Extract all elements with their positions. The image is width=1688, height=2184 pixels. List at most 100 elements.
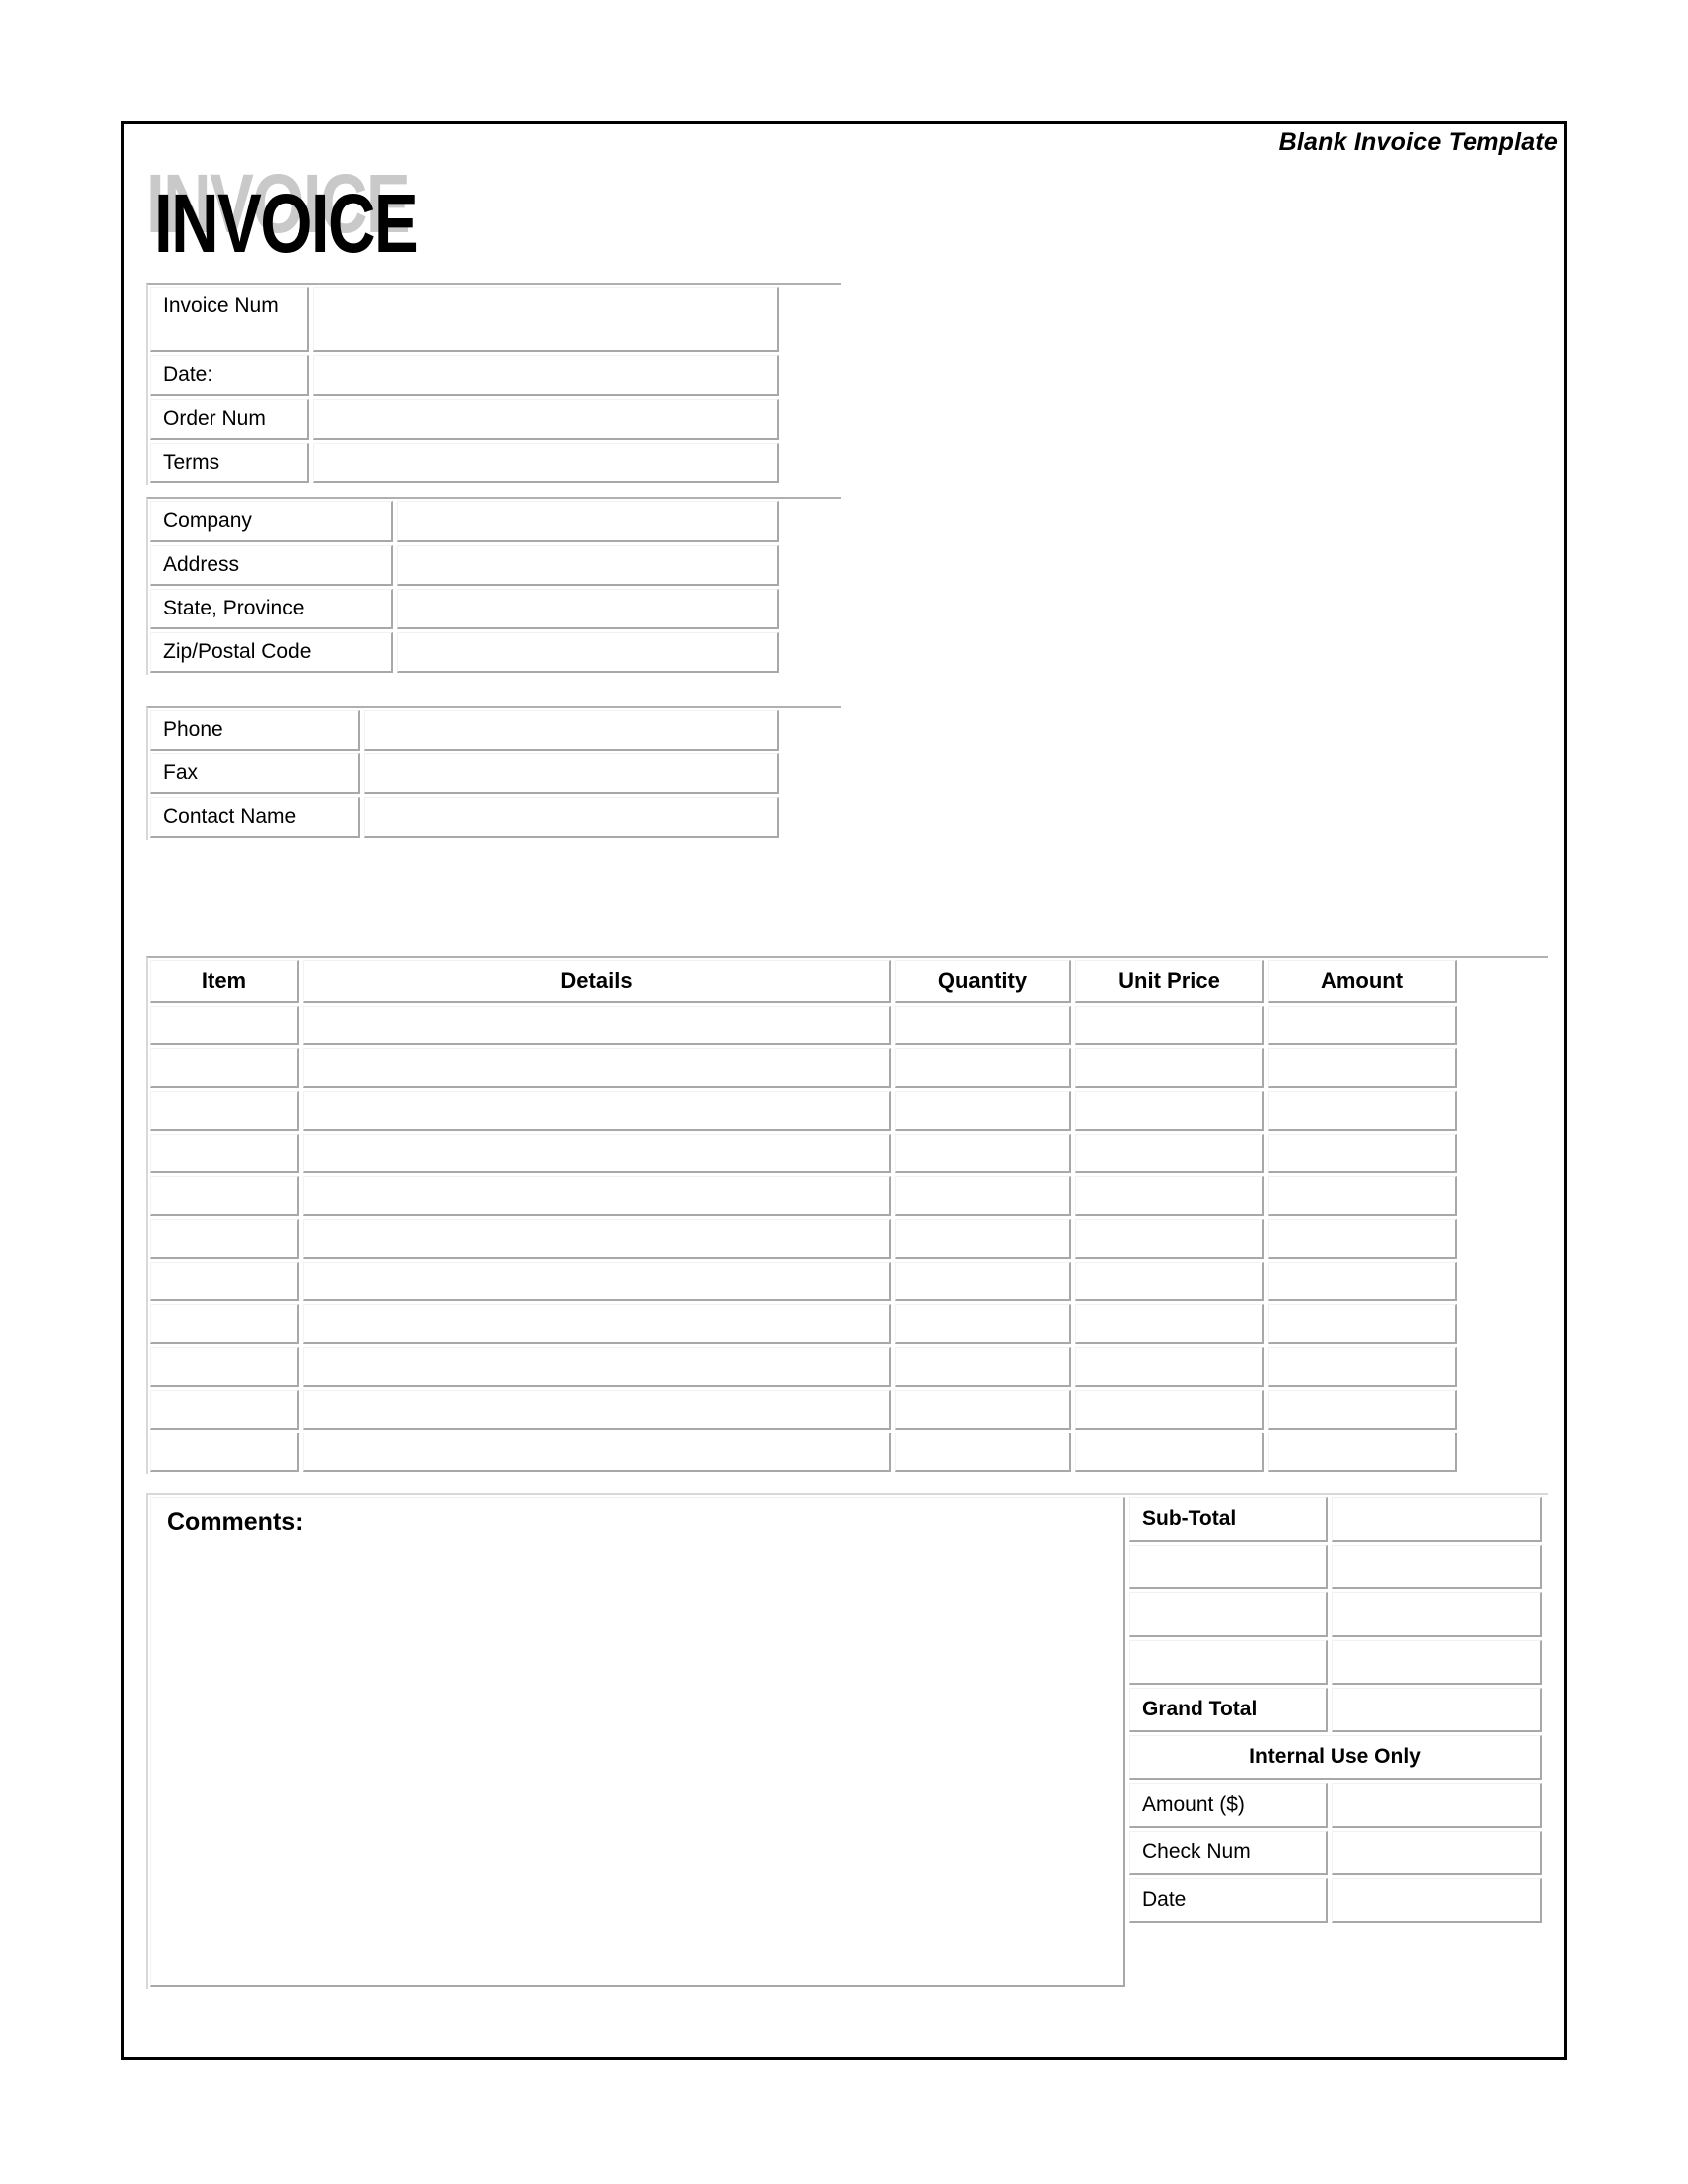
input-internal-amount[interactable] <box>1332 1783 1542 1828</box>
cell-amount[interactable] <box>1268 1304 1457 1344</box>
cell-unit-price[interactable] <box>1075 1347 1264 1387</box>
input-phone[interactable] <box>364 710 779 751</box>
cell-details[interactable] <box>303 1006 891 1045</box>
cell-details[interactable] <box>303 1304 891 1344</box>
cell-item[interactable] <box>150 1091 299 1131</box>
label-sub-total: Sub-Total <box>1129 1497 1328 1542</box>
label-adjustment-2[interactable] <box>1129 1592 1328 1637</box>
cell-details[interactable] <box>303 1091 891 1131</box>
input-adjustment-1[interactable] <box>1332 1545 1542 1589</box>
cell-quantity[interactable] <box>895 1304 1071 1344</box>
cell-item[interactable] <box>150 1176 299 1216</box>
cell-amount[interactable] <box>1268 1176 1457 1216</box>
input-grand-total[interactable] <box>1332 1688 1542 1732</box>
field-row-invoice-num: Invoice Num <box>150 287 839 352</box>
input-invoice-num[interactable] <box>313 287 779 352</box>
cell-item[interactable] <box>150 1262 299 1301</box>
input-adjustment-2[interactable] <box>1332 1592 1542 1637</box>
cell-details[interactable] <box>303 1134 891 1173</box>
cell-item[interactable] <box>150 1433 299 1472</box>
cell-item[interactable] <box>150 1390 299 1430</box>
cell-unit-price[interactable] <box>1075 1134 1264 1173</box>
cell-unit-price[interactable] <box>1075 1091 1264 1131</box>
cell-amount[interactable] <box>1268 1262 1457 1301</box>
cell-amount[interactable] <box>1268 1219 1457 1259</box>
cell-details[interactable] <box>303 1219 891 1259</box>
label-phone: Phone <box>150 710 360 751</box>
cell-unit-price[interactable] <box>1075 1433 1264 1472</box>
cell-quantity[interactable] <box>895 1176 1071 1216</box>
bill-to-block: Company Address State, Province Zip/Post… <box>146 497 841 675</box>
cell-unit-price[interactable] <box>1075 1219 1264 1259</box>
input-terms[interactable] <box>313 443 779 483</box>
table-row <box>150 1304 1546 1344</box>
cell-unit-price[interactable] <box>1075 1006 1264 1045</box>
input-company[interactable] <box>397 501 779 542</box>
page-title: Blank Invoice Template <box>1278 128 1558 156</box>
cell-quantity[interactable] <box>895 1390 1071 1430</box>
internal-use-heading-row: Internal Use Only <box>1129 1735 1546 1780</box>
totals-row-blank-1 <box>1129 1545 1546 1589</box>
input-contact-name[interactable] <box>364 797 779 838</box>
cell-details[interactable] <box>303 1347 891 1387</box>
cell-amount[interactable] <box>1268 1006 1457 1045</box>
cell-item[interactable] <box>150 1134 299 1173</box>
cell-quantity[interactable] <box>895 1262 1071 1301</box>
cell-amount[interactable] <box>1268 1433 1457 1472</box>
cell-amount[interactable] <box>1268 1134 1457 1173</box>
cell-amount[interactable] <box>1268 1390 1457 1430</box>
cell-amount[interactable] <box>1268 1091 1457 1131</box>
input-sub-total[interactable] <box>1332 1497 1542 1542</box>
cell-item[interactable] <box>150 1347 299 1387</box>
cell-quantity[interactable] <box>895 1347 1071 1387</box>
table-row <box>150 1433 1546 1472</box>
cell-details[interactable] <box>303 1390 891 1430</box>
column-header-unit-price: Unit Price <box>1075 960 1264 1003</box>
cell-quantity[interactable] <box>895 1219 1071 1259</box>
cell-item[interactable] <box>150 1006 299 1045</box>
cell-details[interactable] <box>303 1433 891 1472</box>
cell-unit-price[interactable] <box>1075 1304 1264 1344</box>
label-invoice-num: Invoice Num <box>150 287 309 352</box>
cell-quantity[interactable] <box>895 1006 1071 1045</box>
cell-details[interactable] <box>303 1262 891 1301</box>
label-terms: Terms <box>150 443 309 483</box>
label-adjustment-3[interactable] <box>1129 1640 1328 1685</box>
field-row-date: Date: <box>150 355 839 396</box>
cell-details[interactable] <box>303 1048 891 1088</box>
label-internal-date: Date <box>1129 1878 1328 1923</box>
cell-unit-price[interactable] <box>1075 1048 1264 1088</box>
cell-item[interactable] <box>150 1304 299 1344</box>
cell-item[interactable] <box>150 1048 299 1088</box>
cell-details[interactable] <box>303 1176 891 1216</box>
input-order-num[interactable] <box>313 399 779 440</box>
cell-quantity[interactable] <box>895 1048 1071 1088</box>
cell-amount[interactable] <box>1268 1347 1457 1387</box>
field-row-phone: Phone <box>150 710 839 751</box>
table-row <box>150 1390 1546 1430</box>
cell-unit-price[interactable] <box>1075 1390 1264 1430</box>
input-date[interactable] <box>313 355 779 396</box>
cell-unit-price[interactable] <box>1075 1176 1264 1216</box>
input-fax[interactable] <box>364 753 779 794</box>
internal-row-amount: Amount ($) <box>1129 1783 1546 1828</box>
input-internal-check-num[interactable] <box>1332 1831 1542 1875</box>
comments-box[interactable]: Comments: <box>150 1497 1125 1987</box>
internal-row-check-num: Check Num <box>1129 1831 1546 1875</box>
input-adjustment-3[interactable] <box>1332 1640 1542 1685</box>
cell-quantity[interactable] <box>895 1433 1071 1472</box>
field-row-fax: Fax <box>150 753 839 794</box>
label-adjustment-1[interactable] <box>1129 1545 1328 1589</box>
field-row-order-num: Order Num <box>150 399 839 440</box>
totals-row-sub-total: Sub-Total <box>1129 1497 1546 1542</box>
input-zip-postal-code[interactable] <box>397 632 779 673</box>
input-internal-date[interactable] <box>1332 1878 1542 1923</box>
input-address[interactable] <box>397 545 779 586</box>
cell-quantity[interactable] <box>895 1134 1071 1173</box>
cell-quantity[interactable] <box>895 1091 1071 1131</box>
cell-unit-price[interactable] <box>1075 1262 1264 1301</box>
input-state-province[interactable] <box>397 589 779 629</box>
cell-amount[interactable] <box>1268 1048 1457 1088</box>
cell-item[interactable] <box>150 1219 299 1259</box>
label-internal-check-num: Check Num <box>1129 1831 1328 1875</box>
